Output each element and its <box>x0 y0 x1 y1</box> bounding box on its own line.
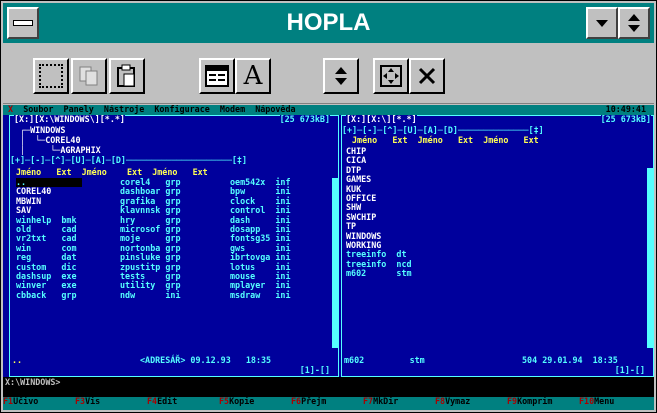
file-entry[interactable]: cbback grp <box>16 290 82 300</box>
function-key-bar: F1Učivo F3Vis F4Edit F5Kopie F6Přejm F7MkDir F… <box>3 396 654 410</box>
menu-item-modem[interactable]: Modem <box>220 105 245 114</box>
minimize-icon <box>596 20 608 27</box>
fkey-menu[interactable]: F10Menu <box>579 396 651 406</box>
paste-icon <box>117 64 135 87</box>
paste-button[interactable] <box>109 58 145 94</box>
tree-item-agraphix[interactable]: │ └─AGRAPHIX <box>20 145 101 155</box>
font-icon: A <box>243 61 263 91</box>
left-column-1: .. COREL40 MBWIN SAV winhelp bmk old cad… <box>16 177 82 300</box>
menu-item-soubor[interactable]: Soubor <box>23 105 53 114</box>
right-scrollbar[interactable] <box>647 168 653 348</box>
copy-icon <box>79 66 98 86</box>
command-prompt: X:\WINDOWS> <box>5 377 61 387</box>
fkey-vymaz[interactable]: F8Vymaz <box>435 396 507 406</box>
menu-item-konfigurace[interactable]: Konfigurace <box>154 105 209 114</box>
menu-item-panely[interactable]: Panely <box>64 105 94 114</box>
left-sort-bar: [+]─[-]─[^]─[U]─[A]─[D]─────────────────… <box>10 155 247 165</box>
left-status: <ADRESÁŘ> 09.12.93 18:35 <box>140 355 272 365</box>
right-panel-size: [25 673kB] <box>600 114 651 125</box>
menu-item-napoveda[interactable]: Nápověda <box>255 105 295 114</box>
fkey-učivo[interactable]: F1Učivo <box>3 396 75 406</box>
marquee-icon <box>39 64 63 88</box>
right-col-headers: Jméno Ext Jméno Ext Jméno Ext <box>352 135 539 145</box>
title-bar[interactable]: HOPLA <box>3 3 654 43</box>
restore-button[interactable] <box>618 7 650 39</box>
fkey-komprim[interactable]: F9Komprim <box>507 396 579 406</box>
right-panel-path: [X:][X:\][*.*] <box>346 114 417 125</box>
fkey-kopie[interactable]: F5Kopie <box>219 396 291 406</box>
fullscreen-icon <box>380 65 402 87</box>
restore-icon <box>628 14 640 32</box>
minimize-button[interactable] <box>586 7 618 39</box>
right-column-1: CHIP CICA DTP GAMES KUK OFFICE SHW SWCHI… <box>346 146 417 279</box>
close-icon <box>418 67 436 85</box>
copy-button[interactable] <box>71 58 107 94</box>
scroll-toggle-button[interactable] <box>323 58 359 94</box>
file-entry[interactable]: ndw ini <box>120 290 186 300</box>
right-panel-footer: [1]-[] <box>614 365 645 375</box>
window-title: HOPLA <box>286 9 371 36</box>
clock: 10:49:41 <box>605 105 646 114</box>
properties-button[interactable] <box>199 58 235 94</box>
close-session-button[interactable] <box>409 58 445 94</box>
left-status-name: .. <box>12 355 23 365</box>
left-column-3: oem542x inf bpw ini clock ini control in… <box>230 177 296 300</box>
left-col-headers: Jméno Ext Jméno Ext Jméno Ext <box>16 167 208 177</box>
left-panel-size: [25 673kB] <box>279 114 330 125</box>
font-button[interactable]: A <box>235 58 271 94</box>
fkey-mkdir[interactable]: F7MkDir <box>363 396 435 406</box>
file-entry[interactable]: m602 stm <box>346 268 417 278</box>
left-column-2: corel4 grp dashboar grp grafika grp klav… <box>120 177 186 300</box>
command-line[interactable]: X:\WINDOWS> <box>3 377 654 397</box>
left-scrollbar[interactable] <box>332 178 338 348</box>
tree-item-windows[interactable]: ┌─WINDOWS <box>20 125 65 135</box>
properties-icon <box>205 65 229 87</box>
right-file-panel[interactable]: [X:][X:\][*.*] [25 673kB] [+]─[-]─[^]─[U… <box>341 114 654 377</box>
fkey-edit[interactable]: F4Edit <box>147 396 219 406</box>
up-down-arrows-icon <box>335 67 347 85</box>
tree-item-corel40[interactable]: │ └─COREL40 <box>20 135 81 145</box>
left-file-panel[interactable]: [X:][X:\WINDOWS\][*.*] [25 673kB] ┌─WIND… <box>9 114 339 377</box>
menu-item-x[interactable]: X <box>8 105 13 114</box>
toolbar: A <box>3 45 654 104</box>
right-sort-bar: [+]─[-]─[^]─[U]─[A]─[D]──────────────[‡] <box>342 125 544 135</box>
left-panel-path: [X:][X:\WINDOWS\][*.*] <box>14 114 125 125</box>
fkey-přejm[interactable]: F6Přejm <box>291 396 363 406</box>
left-panel-footer: [1]-[] <box>299 365 330 375</box>
app-window: HOPLA A X Soubor Panely Nástroje Konfigu… <box>0 0 657 413</box>
right-status-details: 504 29.01.94 18:35 <box>522 355 618 365</box>
file-entry[interactable]: msdraw ini <box>230 290 296 300</box>
dos-console[interactable]: X Soubor Panely Nástroje Konfigurace Mod… <box>3 105 654 410</box>
menu-item-nastroje[interactable]: Nástroje <box>104 105 144 114</box>
right-status: m602 stm <box>344 355 425 365</box>
fkey-vis[interactable]: F3Vis <box>75 396 147 406</box>
fullscreen-button[interactable] <box>373 58 409 94</box>
select-tool-button[interactable] <box>33 58 69 94</box>
